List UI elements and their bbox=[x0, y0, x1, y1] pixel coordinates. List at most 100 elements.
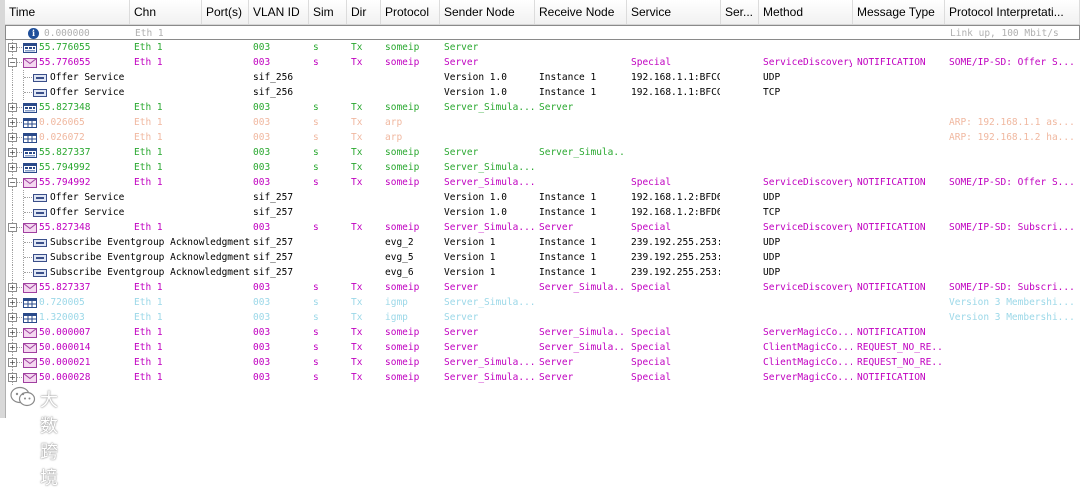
cell-dir: Tx bbox=[351, 117, 363, 128]
cell-interp: Link up, 100 Mbit/s bbox=[950, 28, 1059, 39]
table-row[interactable]: +0.026072 Eth 1 003 s Tx arp ARP: 192.168.1.2 … bbox=[5, 130, 1080, 145]
collapse-icon[interactable]: − bbox=[8, 223, 17, 232]
cell-dir: Tx bbox=[351, 312, 363, 323]
cell-time: 0.026065 bbox=[39, 117, 85, 128]
column-header-protocol[interactable]: Protocol bbox=[381, 0, 440, 24]
cell-label: Subscribe Eventgroup Acknowledgment bbox=[50, 252, 251, 263]
column-header-ports[interactable]: Port(s) bbox=[202, 0, 249, 24]
expand-icon[interactable]: + bbox=[8, 298, 17, 307]
column-header-ser[interactable]: Ser... bbox=[721, 0, 759, 24]
cell-sender: Version 1.0 bbox=[444, 72, 507, 83]
cell-sim: s bbox=[313, 357, 319, 368]
cell-method: ServiceDiscovery bbox=[763, 222, 852, 233]
envelope-icon bbox=[23, 328, 37, 338]
table-row[interactable]: i 0.000000 Eth 1 Link up, 100 Mbit/s bbox=[5, 25, 1080, 40]
table-row[interactable]: − 55.794992 Eth 1 003 s Tx someip Server_Simula… bbox=[5, 175, 1080, 190]
table-row[interactable]: − 55.776055 Eth 1 003 s Tx someip Server Special… bbox=[5, 55, 1080, 70]
cell-service: 192.168.1.2:BFD6 bbox=[631, 192, 720, 203]
cell-msgtype: NOTIFICATION bbox=[857, 372, 926, 383]
table-row[interactable]: +55.794992 Eth 1 003 s Tx someip Server_Simula… bbox=[5, 160, 1080, 175]
column-header-sender[interactable]: Sender Node bbox=[440, 0, 535, 24]
expand-icon[interactable]: + bbox=[8, 133, 17, 142]
cell-chn: Eth 1 bbox=[134, 297, 163, 308]
cell-service: 239.192.255.253:BF69 bbox=[631, 252, 720, 263]
table-row[interactable]: +50.000028 Eth 1 003 s Tx someip Server_Simula… bbox=[5, 370, 1080, 385]
column-header-receive[interactable]: Receive Node bbox=[535, 0, 627, 24]
expand-icon[interactable]: + bbox=[8, 313, 17, 322]
table-icon bbox=[23, 298, 37, 308]
column-header-method[interactable]: Method bbox=[759, 0, 853, 24]
cell-label: Offer Service bbox=[50, 72, 125, 83]
cell-time: 1.320003 bbox=[39, 312, 85, 323]
cell-service: Special bbox=[631, 57, 672, 68]
expand-icon[interactable]: + bbox=[8, 148, 17, 157]
tree-hline bbox=[17, 332, 22, 333]
table-row[interactable]: +55.827337 Eth 1 003 s Tx someip Server Server_… bbox=[5, 280, 1080, 295]
cell-sim: s bbox=[313, 42, 319, 53]
cell-sim: s bbox=[313, 327, 319, 338]
column-header: Time Chn Port(s) VLAN ID Sim Dir Protocol Sende… bbox=[5, 0, 1080, 25]
expand-icon[interactable]: + bbox=[8, 283, 17, 292]
cell-msgtype: NOTIFICATION bbox=[857, 282, 926, 293]
table-row[interactable]: +55.827348 Eth 1 003 s Tx someip Server_Simula… bbox=[5, 100, 1080, 115]
cell-label: Offer Service bbox=[50, 87, 125, 98]
cell-dir: Tx bbox=[351, 57, 363, 68]
cell-service: Special bbox=[631, 222, 672, 233]
cell-sender: Server bbox=[444, 312, 479, 323]
cell-time: 0.026072 bbox=[39, 132, 85, 143]
envelope-icon bbox=[23, 343, 37, 353]
cell-service: 192.168.1.1:BFCC bbox=[631, 87, 720, 98]
table-row[interactable]: +55.776055 Eth 1 003 s Tx someip Server bbox=[5, 40, 1080, 55]
cell-sim: s bbox=[313, 312, 319, 323]
cell-time: 0.720005 bbox=[39, 297, 85, 308]
table-child-row[interactable]: sif_256 Version 1.0 Instance 1 192.168.1.1:… bbox=[5, 70, 1080, 85]
message-icon bbox=[33, 74, 47, 83]
table-row[interactable]: − 55.827348 Eth 1 003 s Tx someip Server_Simula… bbox=[5, 220, 1080, 235]
cell-vlan: 003 bbox=[253, 57, 271, 68]
cell-vlan: 003 bbox=[253, 42, 271, 53]
table-child-row[interactable]: sif_257 Version 1.0 Instance 1 192.168.1.2:… bbox=[5, 190, 1080, 205]
table-row[interactable]: +0.720005 Eth 1 003 s Tx igmp Server_Simula...… bbox=[5, 295, 1080, 310]
column-header-time[interactable]: Time bbox=[5, 0, 130, 24]
expand-icon[interactable]: + bbox=[8, 328, 17, 337]
expand-icon[interactable]: + bbox=[8, 163, 17, 172]
table-row[interactable]: +50.000007 Eth 1 003 s Tx someip Server Server_… bbox=[5, 325, 1080, 340]
table-row[interactable]: +55.827337 Eth 1 003 s Tx someip Server Server_… bbox=[5, 145, 1080, 160]
column-header-vlan[interactable]: VLAN ID bbox=[249, 0, 309, 24]
cell-dir: Tx bbox=[351, 342, 363, 353]
expand-icon[interactable]: + bbox=[8, 373, 17, 382]
table-row[interactable]: +1.320003 Eth 1 003 s Tx igmp Server Version 3 … bbox=[5, 310, 1080, 325]
table-child-row[interactable]: sif_257 Version 1.0 Instance 1 192.168.1.2:… bbox=[5, 205, 1080, 220]
column-header-dir[interactable]: Dir bbox=[347, 0, 381, 24]
table-row[interactable]: +50.000014 Eth 1 003 s Tx someip Server Server_… bbox=[5, 340, 1080, 355]
cell-sim: s bbox=[313, 222, 319, 233]
table-child-row[interactable]: sif_256 Version 1.0 Instance 1 192.168.1.1:… bbox=[5, 85, 1080, 100]
expand-icon[interactable]: + bbox=[8, 343, 17, 352]
collapse-icon[interactable]: − bbox=[8, 178, 17, 187]
expand-icon[interactable]: + bbox=[8, 118, 17, 127]
expand-icon[interactable]: + bbox=[8, 358, 17, 367]
cell-sim: s bbox=[313, 177, 319, 188]
cell-msgtype: NOTIFICATION bbox=[857, 327, 926, 338]
tree-hline bbox=[17, 167, 22, 168]
table-child-row[interactable]: sif_257 evg_6 Version 1 Instance 1 239.192.2… bbox=[5, 265, 1080, 280]
collapse-icon[interactable]: − bbox=[8, 58, 17, 67]
column-header-service[interactable]: Service bbox=[627, 0, 721, 24]
table-row[interactable]: +0.026065 Eth 1 003 s Tx arp ARP: 192.168.1.1 … bbox=[5, 115, 1080, 130]
cell-dir: Tx bbox=[351, 177, 363, 188]
cell-chn: Eth 1 bbox=[134, 357, 163, 368]
table-child-row[interactable]: sif_257 evg_5 Version 1 Instance 1 239.192.2… bbox=[5, 250, 1080, 265]
expand-icon[interactable]: + bbox=[8, 43, 17, 52]
column-header-interp[interactable]: Protocol Interpretati... bbox=[945, 0, 1080, 24]
cell-service: Special bbox=[631, 177, 672, 188]
table-child-row[interactable]: sif_257 evg_2 Version 1 Instance 1 239.192.2… bbox=[5, 235, 1080, 250]
table-row[interactable]: +50.000021 Eth 1 003 s Tx someip Server_Simula… bbox=[5, 355, 1080, 370]
column-header-msgtype[interactable]: Message Type bbox=[853, 0, 945, 24]
cell-sender: Server bbox=[444, 327, 479, 338]
column-header-chn[interactable]: Chn bbox=[130, 0, 202, 24]
column-header-sim[interactable]: Sim bbox=[309, 0, 347, 24]
cell-vlan: 003 bbox=[253, 372, 271, 383]
cell-sender: Server bbox=[444, 57, 479, 68]
cell-vlan: 003 bbox=[253, 222, 271, 233]
expand-icon[interactable]: + bbox=[8, 103, 17, 112]
